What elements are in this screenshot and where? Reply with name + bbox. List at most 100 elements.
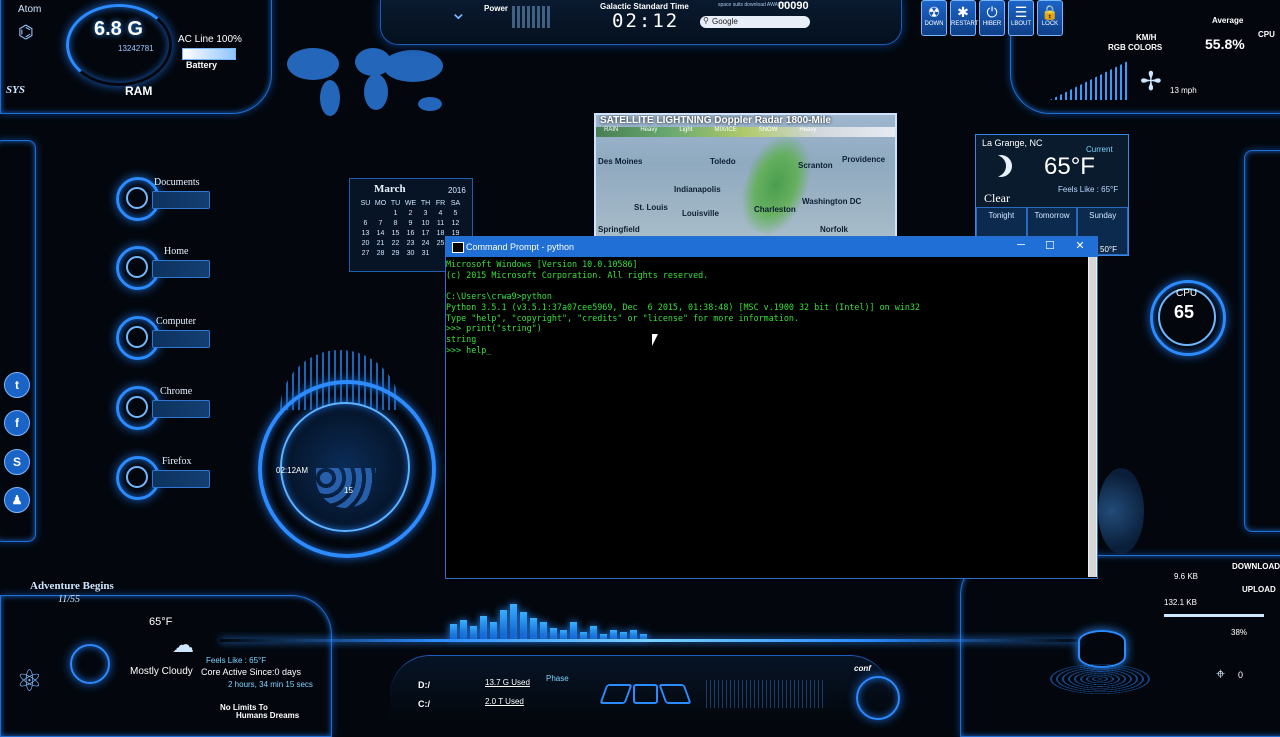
calendar-year: 2016 bbox=[448, 186, 466, 195]
ac-line-status: AC Line 100% bbox=[178, 34, 242, 45]
rgb-colors-label[interactable]: RGB COLORS bbox=[1108, 43, 1162, 52]
cmd-output[interactable]: Microsoft Windows [Version 10.0.10586] (c… bbox=[446, 259, 1086, 575]
upload-value: 132.1 KB bbox=[1164, 598, 1197, 607]
nav-chevrons[interactable] bbox=[599, 684, 692, 704]
users-icon[interactable]: ♟ bbox=[4, 487, 30, 513]
moon-icon bbox=[990, 155, 1012, 177]
sys-label: SYS bbox=[6, 84, 25, 96]
cmd-line: string bbox=[446, 333, 477, 344]
drive-c-label: C:/ bbox=[418, 699, 430, 709]
circular-hud: 02:12AM 15 bbox=[240, 350, 450, 570]
network-percent: 38% bbox=[1231, 628, 1248, 637]
adventure-label: Adventure Begins bbox=[30, 580, 114, 592]
city-label: Toledo bbox=[710, 157, 736, 166]
skype-icon[interactable]: S bbox=[4, 449, 30, 475]
phase-label: Phase bbox=[546, 674, 569, 683]
shortcut-chrome[interactable]: Chrome bbox=[116, 384, 211, 430]
cmd-line: Python 3.5.1 (v3.5.1:37a07cee5969, Dec 6… bbox=[446, 301, 920, 312]
misc-value: 0 bbox=[1238, 670, 1244, 680]
weather-feels-like: Feels Like : 65°F bbox=[1058, 185, 1119, 194]
compass-ring bbox=[70, 644, 110, 684]
minimize-button[interactable]: ─ bbox=[1009, 239, 1033, 251]
atom-label: Atom bbox=[18, 4, 42, 15]
bottom-temp: 65°F bbox=[149, 616, 173, 628]
shortcut-firefox[interactable]: Firefox bbox=[116, 454, 211, 500]
power-meter bbox=[512, 6, 550, 28]
cmd-title: Command Prompt - python bbox=[466, 242, 575, 252]
cmd-icon bbox=[452, 242, 464, 253]
hologram-projector bbox=[1040, 626, 1160, 706]
nav-right-button[interactable] bbox=[658, 684, 692, 704]
atom-orbit-icon: ⚛ bbox=[16, 665, 43, 698]
restart-icon: ✱ bbox=[957, 4, 969, 20]
nav-left-button[interactable] bbox=[599, 684, 633, 704]
calendar-week-row: 6 7 8 9 10 11 12 bbox=[363, 220, 460, 227]
drive-c-used: 2.0 T Used bbox=[485, 697, 524, 706]
search-input[interactable]: Google bbox=[700, 16, 810, 28]
cmd-scrollbar[interactable] bbox=[1088, 257, 1097, 577]
calendar-week-row: 12345 bbox=[393, 210, 458, 217]
cmd-line: >>> help_ bbox=[446, 344, 492, 355]
command-prompt-window[interactable]: Command Prompt - python ─ ☐ ✕ Microsoft … bbox=[445, 236, 1098, 579]
maximize-button[interactable]: ☐ bbox=[1038, 239, 1062, 252]
shortcut-documents[interactable]: Documents bbox=[116, 175, 211, 221]
weather-location: La Grange, NC bbox=[982, 138, 1043, 148]
shortcut-label: Computer bbox=[156, 316, 196, 327]
lock-icon: 🔒 bbox=[1041, 4, 1059, 20]
hud-num: 15 bbox=[344, 486, 353, 495]
battery-bar bbox=[182, 48, 236, 60]
shortcut-label: Documents bbox=[154, 177, 200, 188]
cpu-value: 65 bbox=[1174, 302, 1195, 322]
bottom-feels-like: Feels Like : 65°F bbox=[206, 656, 267, 665]
twitter-icon[interactable]: t bbox=[4, 372, 30, 398]
cpu-label: CPU bbox=[1176, 288, 1198, 299]
mouse-cursor-icon bbox=[652, 334, 658, 346]
shortcut-home[interactable]: Home bbox=[116, 244, 211, 290]
cpu-label-top: CPU bbox=[1258, 30, 1275, 39]
city-label: Charleston bbox=[754, 205, 796, 214]
shortcut-computer[interactable]: Computer bbox=[116, 314, 211, 360]
cmd-titlebar[interactable]: Command Prompt - python ─ ☐ ✕ bbox=[446, 237, 1097, 257]
kmh-label: KM/H bbox=[1136, 33, 1157, 42]
drive-d-used: 13.7 G Used bbox=[485, 678, 530, 687]
power-label: Power bbox=[484, 4, 509, 13]
cmd-line: Type "help", "copyright", "credits" or "… bbox=[446, 312, 799, 323]
target-icon[interactable]: ⌖ bbox=[1216, 666, 1225, 684]
doppler-radar-map: SATELLITE LIGHTNING Doppler Radar 1800-M… bbox=[594, 113, 897, 239]
wind-fan-icon: ✢ bbox=[1140, 66, 1162, 96]
scrollbar-thumb[interactable] bbox=[1089, 257, 1096, 577]
city-label: Providence bbox=[842, 155, 886, 164]
logout-button[interactable]: ☰ LBOUT bbox=[1008, 0, 1034, 36]
logout-icon: ☰ bbox=[1014, 4, 1028, 20]
uptime: 2 hours, 34 min 15 secs bbox=[228, 680, 313, 689]
city-label: Scranton bbox=[798, 161, 833, 170]
ram-label: RAM bbox=[125, 84, 153, 98]
radar-precip-band bbox=[730, 127, 822, 237]
city-label: Norfolk bbox=[820, 225, 848, 234]
system-button-bar: ☢ DOWN ✱ RESTART ⏻ HIBER ☰ LBOUT 🔒 LOCK bbox=[921, 0, 1063, 36]
nav-center-button[interactable] bbox=[632, 684, 659, 704]
upload-label: UPLOAD bbox=[1242, 585, 1276, 594]
hibernate-button[interactable]: ⏻ HIBER bbox=[979, 0, 1005, 36]
shortcut-label: Home bbox=[164, 246, 189, 257]
facebook-icon[interactable]: f bbox=[4, 410, 30, 436]
forecast-temp: 50°F bbox=[1100, 245, 1117, 254]
world-map bbox=[278, 36, 458, 126]
cloud-icon: ☁ bbox=[172, 632, 194, 657]
chevron-down-icon[interactable]: ⌄ bbox=[450, 0, 467, 25]
cmd-line: (c) 2015 Microsoft Corporation. All righ… bbox=[446, 269, 709, 280]
radar-title: SATELLITE LIGHTNING Doppler Radar 1800-M… bbox=[600, 115, 831, 126]
restart-button[interactable]: ✱ RESTART bbox=[950, 0, 978, 36]
weather-temp: 65°F bbox=[1044, 153, 1095, 180]
cmd-line bbox=[446, 280, 1086, 291]
city-label: Louisville bbox=[682, 209, 719, 218]
battery-label: Battery bbox=[186, 60, 218, 70]
close-button[interactable]: ✕ bbox=[1068, 239, 1092, 252]
shutdown-button[interactable]: ☢ DOWN bbox=[921, 0, 947, 36]
download-label: DOWNLOAD bbox=[1232, 562, 1280, 571]
drive-d-label: D:/ bbox=[418, 680, 430, 690]
reactor-ring bbox=[856, 676, 900, 720]
cpu-average-percent: 55.8% bbox=[1205, 36, 1245, 52]
lock-button[interactable]: 🔒 LOCK bbox=[1037, 0, 1063, 36]
center-divider bbox=[220, 639, 1080, 642]
